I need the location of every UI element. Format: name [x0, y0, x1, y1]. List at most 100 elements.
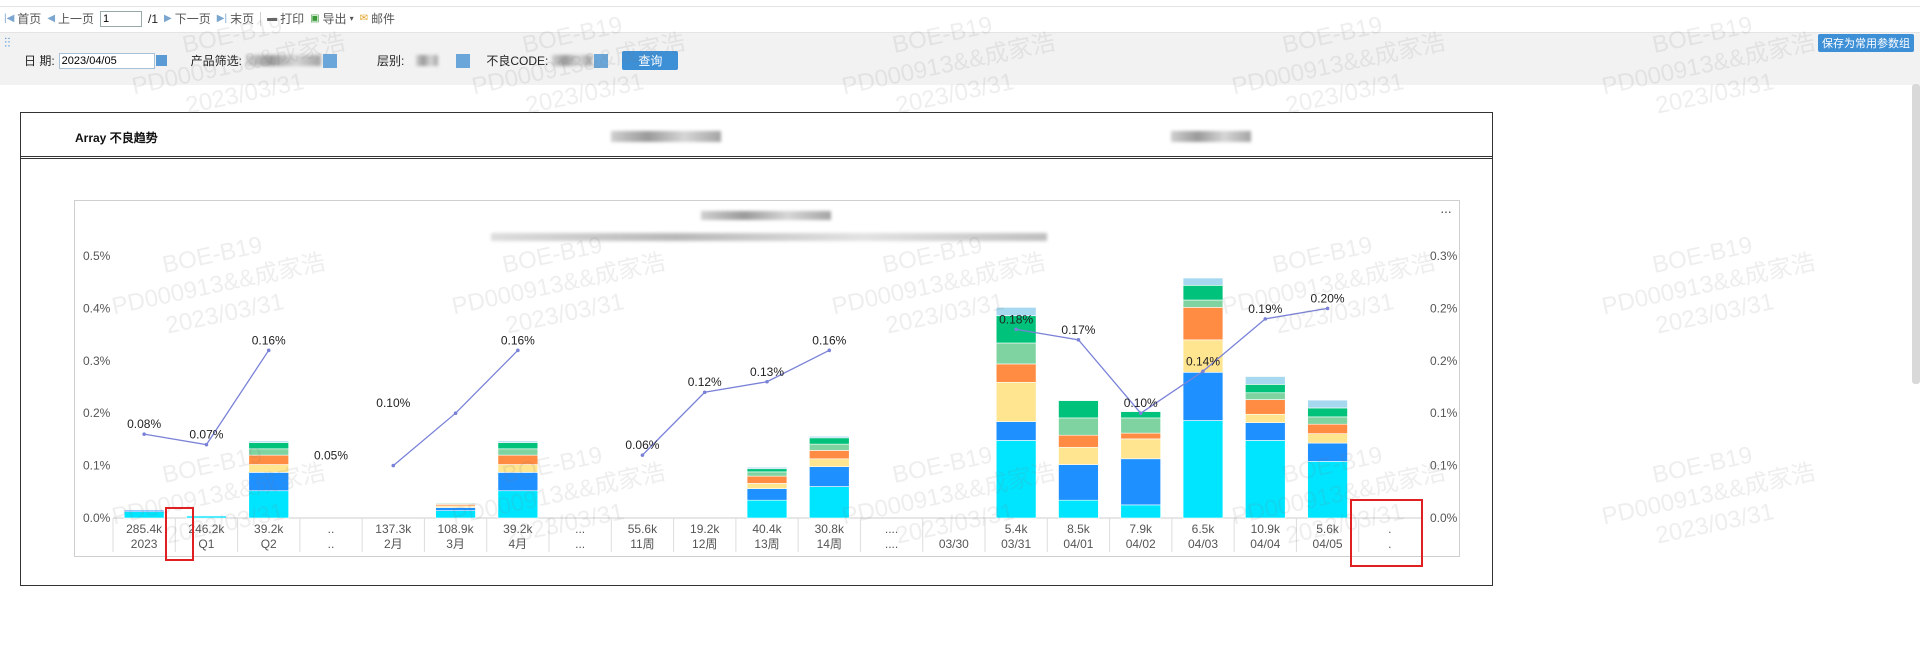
- category-label: 04/01: [1063, 537, 1093, 551]
- stacked-bar-segment: [809, 450, 850, 460]
- report-panel: Array 不良趋势 ··· 0.0% 0.1% 0.2% 0.3% 0.4% 0.5% 0…: [20, 112, 1493, 586]
- last-page-button[interactable]: ▶| 末页: [217, 10, 254, 27]
- trend-data-label: 0.08%: [127, 417, 161, 431]
- first-page-icon: |◀: [4, 13, 15, 24]
- product-dropdown-icon[interactable]: [323, 53, 338, 68]
- stacked-bar-segment: [1058, 417, 1099, 436]
- stacked-bar-segment: [1245, 422, 1286, 441]
- trend-data-label: 0.19%: [1248, 302, 1282, 316]
- trend-data-label: 0.17%: [1061, 323, 1095, 337]
- stacked-bar-segment: [1307, 423, 1348, 434]
- stacked-bar-segment: [497, 440, 539, 443]
- next-page-button[interactable]: ▶ 下一页: [164, 10, 211, 27]
- trend-point: [142, 432, 146, 436]
- defect-dropdown-icon[interactable]: [594, 53, 609, 68]
- trend-data-label: 0.10%: [1124, 396, 1158, 410]
- page-number-input[interactable]: [100, 10, 143, 27]
- category-count-label: 55.6k: [628, 522, 658, 536]
- trend-point: [640, 453, 645, 457]
- stacked-bar-segment: [1182, 307, 1224, 341]
- watermark-text: BOE-B19PD000913&&成家浩2023/03/31: [1599, 441, 1818, 550]
- category-label: 04/02: [1126, 537, 1156, 551]
- trend-data-label: 0.05%: [314, 449, 348, 463]
- stacked-bar-segment: [1120, 504, 1161, 519]
- first-page-button[interactable]: |◀ 首页: [4, 10, 41, 27]
- category-label: 03/30: [939, 537, 969, 551]
- vertical-scrollbar[interactable]: [1912, 84, 1920, 384]
- stacked-bar-segment: [1058, 434, 1099, 448]
- trend-point: [702, 390, 707, 395]
- stacked-bar-segment: [995, 421, 1037, 441]
- email-button[interactable]: ✉ 邮件: [360, 10, 395, 27]
- redacted-header-center: [611, 131, 721, 142]
- stacked-bar-segment: [1058, 446, 1099, 465]
- prev-page-icon: ◀: [47, 13, 56, 24]
- printer-icon: ▬: [267, 13, 278, 24]
- category-count-label: ..: [328, 522, 335, 536]
- stacked-bar-segment: [1182, 420, 1224, 519]
- level-select[interactable]: [416, 55, 439, 66]
- trend-point: [1201, 369, 1205, 374]
- stacked-bar-segment: [809, 466, 850, 487]
- calendar-icon[interactable]: [155, 55, 167, 66]
- category-label: Q2: [261, 537, 277, 551]
- stacked-bar-segment: [995, 381, 1037, 422]
- trend-data-label: 0.12%: [688, 375, 722, 389]
- category-label: .: [1388, 537, 1391, 551]
- y-left-tick-label: 0.1%: [83, 459, 111, 473]
- trend-point: [516, 348, 520, 353]
- y-left-tick-label: 0.4%: [83, 301, 111, 315]
- watermark-text: BOE-B19PD000913&&成家浩2023/03/31: [1599, 231, 1818, 340]
- trend-data-label: 0.18%: [999, 312, 1033, 326]
- stacked-bar-segment: [248, 472, 289, 492]
- stacked-bar-segment: [1307, 461, 1348, 519]
- trend-data-label: 0.16%: [252, 333, 286, 347]
- stacked-bar-segment: [186, 515, 227, 519]
- stacked-bar-segment: [123, 507, 165, 509]
- stacked-bar-segment: [1245, 384, 1286, 394]
- category-count-label: 246.2k: [188, 522, 225, 536]
- redacted-header-right: [1171, 131, 1251, 142]
- trend-point: [1138, 411, 1143, 415]
- stacked-bar-segment: [1058, 464, 1099, 501]
- export-button[interactable]: ▣ 导出 ▾: [310, 10, 353, 27]
- stacked-bar-segment: [1307, 399, 1348, 409]
- product-filter-label: 产品筛选:: [190, 54, 243, 68]
- query-button[interactable]: 查询: [622, 51, 679, 70]
- category-count-label: 10.9k: [1251, 522, 1281, 536]
- trend-point: [266, 348, 271, 353]
- save-params-button[interactable]: 保存为常用参数组: [1818, 34, 1914, 52]
- stacked-bar-segment: [1307, 416, 1348, 425]
- defect-code-select[interactable]: [552, 55, 593, 66]
- trend-data-label: 0.14%: [1186, 354, 1220, 368]
- stacked-bar-segment: [746, 475, 788, 484]
- category-label: ..: [328, 537, 335, 551]
- stacked-bar-segment: [435, 510, 476, 519]
- stacked-bar-segment: [746, 466, 788, 470]
- level-label: 层别:: [377, 54, 405, 68]
- stacked-bar-segment: [1058, 499, 1099, 519]
- stacked-bar-segment: [1120, 432, 1161, 440]
- next-page-label: 下一页: [174, 12, 211, 26]
- stacked-bar-segment: [1120, 458, 1161, 506]
- stacked-bar-segment: [1307, 407, 1348, 418]
- trend-data-label: 0.13%: [750, 365, 784, 379]
- category-label: 12周: [692, 537, 717, 551]
- category-count-label: 6.5k: [1192, 522, 1216, 536]
- stacked-bar-segment: [248, 440, 289, 443]
- trend-point: [204, 442, 209, 447]
- stacked-bar-segment: [809, 458, 850, 467]
- product-filter-select[interactable]: [246, 55, 322, 66]
- export-dropdown-icon: ▾: [349, 14, 354, 23]
- filter-settings-icon[interactable]: ⫶⫶: [4, 35, 11, 51]
- stacked-bar-segment: [497, 442, 539, 450]
- stacked-bar-segment: [1182, 277, 1224, 286]
- level-dropdown-icon[interactable]: [456, 53, 471, 68]
- stacked-bar-segment: [248, 454, 289, 465]
- print-button[interactable]: ▬ 打印: [267, 10, 304, 27]
- date-input[interactable]: [58, 52, 155, 69]
- prev-page-button[interactable]: ◀ 上一页: [47, 10, 94, 27]
- trend-point: [1014, 327, 1018, 332]
- y-left-tick-label: 0.0%: [83, 511, 111, 525]
- print-label: 打印: [280, 12, 305, 26]
